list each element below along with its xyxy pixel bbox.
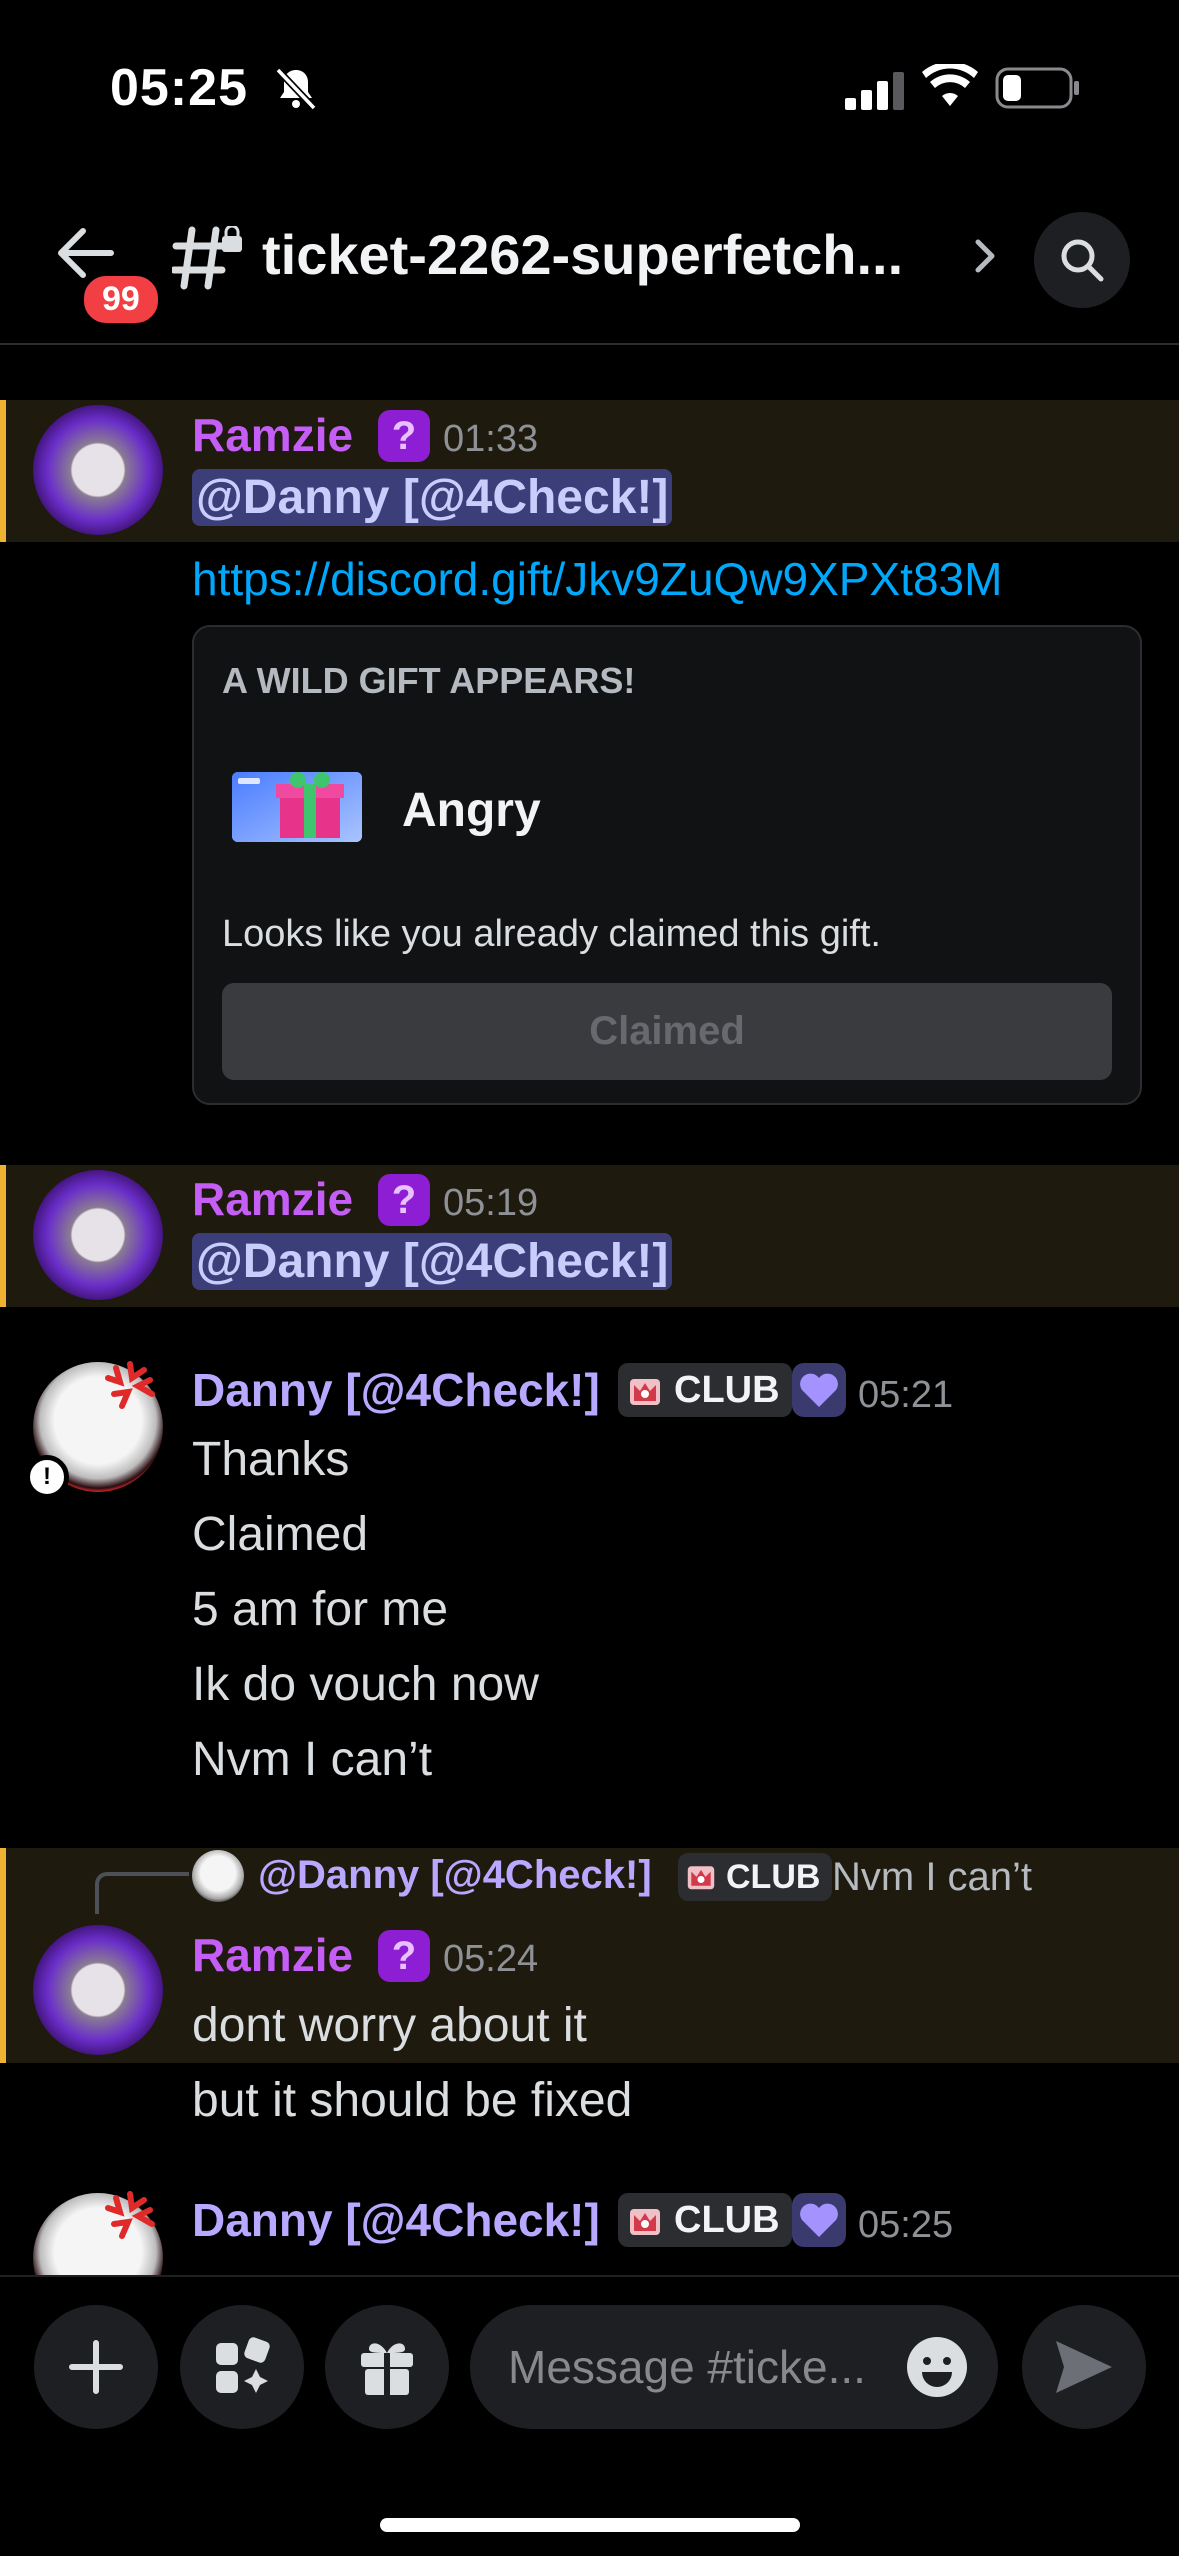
message-line: Nvm I can’t [192, 1733, 433, 1786]
avatar[interactable] [33, 1170, 163, 1300]
reply-avatar [192, 1850, 244, 1902]
message-timestamp: 05:21 [858, 1374, 954, 1416]
avatar[interactable] [33, 1925, 163, 2055]
signal-icon [845, 72, 904, 110]
club-role-tag[interactable]: CLUB [618, 1363, 792, 1417]
plus-icon [69, 2340, 123, 2394]
message-partial: Danny [@4Check!] CLUB 05:25 [0, 2190, 1179, 2275]
message-author[interactable]: Ramzie [192, 1928, 353, 1982]
question-role-icon: ? [378, 1930, 430, 1982]
message-author[interactable]: Danny [@4Check!] [192, 1363, 600, 1417]
message-timestamp: 05:25 [858, 2204, 954, 2246]
composer-divider [0, 2275, 1179, 2277]
user-mention[interactable]: @Danny [@4Check!] [192, 469, 673, 526]
question-role-icon: ? [378, 1174, 430, 1226]
claimed-button[interactable]: Claimed [222, 983, 1112, 1080]
gift-description: Looks like you already claimed this gift… [222, 913, 881, 955]
apps-icon [216, 2337, 270, 2393]
chevron-right-icon[interactable] [970, 236, 1000, 276]
private-channel-icon [172, 226, 242, 290]
message-line: Claimed [192, 1508, 369, 1561]
emoji-icon[interactable] [904, 2334, 970, 2400]
gift-icon [361, 2343, 413, 2395]
club-role-icon [630, 1379, 660, 1405]
avatar[interactable] [33, 405, 163, 535]
club-role-tag: CLUB [678, 1853, 833, 1901]
anger-icon [105, 2191, 155, 2239]
role-tag-label: CLUB [674, 1369, 780, 1411]
message-line: 5 am for me [192, 1583, 449, 1636]
message-author[interactable]: Ramzie [192, 408, 353, 462]
heart-icon [792, 2193, 846, 2247]
channel-title[interactable]: ticket-2262-superfetch... [262, 222, 903, 287]
question-role-icon: ? [378, 410, 430, 462]
message-timestamp: 05:24 [443, 1938, 539, 1980]
add-attachment-button[interactable] [34, 2305, 158, 2429]
message-timestamp: 05:19 [443, 1182, 539, 1224]
message-line: Thanks [192, 1433, 350, 1486]
search-button[interactable] [1034, 212, 1130, 308]
status-time: 05:25 [110, 59, 248, 117]
reply-preview[interactable]: Nvm I can’t [832, 1855, 1032, 1900]
club-role-icon [630, 2209, 660, 2235]
search-icon [1061, 239, 1104, 282]
send-button[interactable] [1022, 2305, 1146, 2429]
club-role-tag[interactable]: CLUB [618, 2193, 792, 2247]
message-line: but it should be fixed [192, 2074, 633, 2127]
battery-icon [995, 67, 1079, 109]
gift-heading: A WILD GIFT APPEARS! [222, 660, 636, 701]
anger-icon [105, 1361, 155, 1409]
header-divider [0, 343, 1179, 345]
gift-link[interactable]: https://discord.gift/Jkv9ZuQw9XPXt83M [192, 552, 1002, 606]
role-tag-label: CLUB [726, 1858, 821, 1896]
gift-image [232, 772, 362, 842]
message-placeholder[interactable]: Message #ticke... [508, 2340, 866, 2394]
status-icon: ! [25, 1455, 69, 1499]
reply-author[interactable]: @Danny [@4Check!] [258, 1853, 652, 1898]
heart-icon [792, 1363, 846, 1417]
reply-connector [95, 1872, 189, 1914]
role-tag-label: CLUB [674, 2199, 780, 2241]
message-timestamp: 01:33 [443, 418, 539, 460]
message-line: dont worry about it [192, 1999, 587, 2052]
message-line: Ik do vouch now [192, 1658, 539, 1711]
apps-button[interactable] [180, 2305, 304, 2429]
home-indicator [380, 2518, 800, 2532]
gift-name: Angry [402, 784, 541, 837]
unread-badge: 99 [80, 272, 162, 327]
message-author[interactable]: Ramzie [192, 1172, 353, 1226]
bell-slash-icon [275, 67, 317, 111]
wifi-icon [922, 64, 978, 106]
gift-button[interactable] [325, 2305, 449, 2429]
send-icon [1056, 2341, 1112, 2393]
user-mention[interactable]: @Danny [@4Check!] [192, 1233, 673, 1290]
club-role-icon [687, 1866, 715, 1890]
message-author[interactable]: Danny [@4Check!] [192, 2193, 600, 2247]
